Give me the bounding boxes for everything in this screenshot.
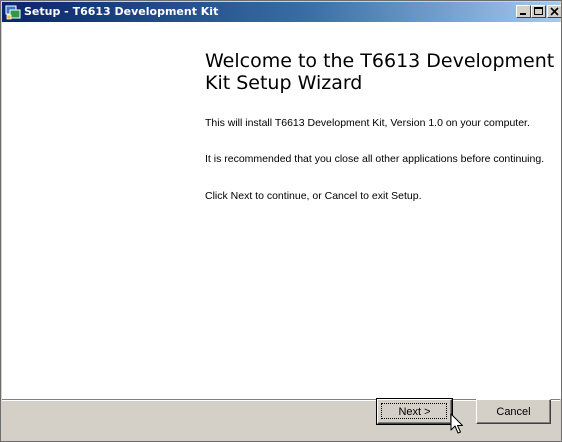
- maximize-icon[interactable]: [531, 5, 546, 18]
- title-bar[interactable]: Setup - T6613 Development Kit: [2, 2, 561, 22]
- page-title: Welcome to the T6613 Development Kit Set…: [205, 50, 555, 94]
- next-button[interactable]: Next >: [376, 398, 453, 425]
- close-apps-text: It is recommended that you close all oth…: [205, 153, 545, 165]
- setup-window: Setup - T6613 Development Kit Welcome to…: [0, 0, 562, 442]
- minimize-icon[interactable]: [516, 5, 531, 18]
- next-button-label: Next >: [398, 405, 431, 418]
- instruction-text: Click Next to continue, or Cancel to exi…: [205, 190, 422, 202]
- window-title: Setup - T6613 Development Kit: [24, 5, 219, 18]
- setup-installer-icon[interactable]: [5, 4, 21, 20]
- close-icon[interactable]: [547, 5, 561, 18]
- mouse-pointer-icon: [450, 413, 464, 437]
- wizard-content: Welcome to the T6613 Development Kit Set…: [191, 22, 561, 399]
- install-info-text: This will install T6613 Development Kit,…: [205, 117, 530, 129]
- cancel-button[interactable]: Cancel: [476, 399, 551, 424]
- wizard-side-panel: [2, 22, 191, 399]
